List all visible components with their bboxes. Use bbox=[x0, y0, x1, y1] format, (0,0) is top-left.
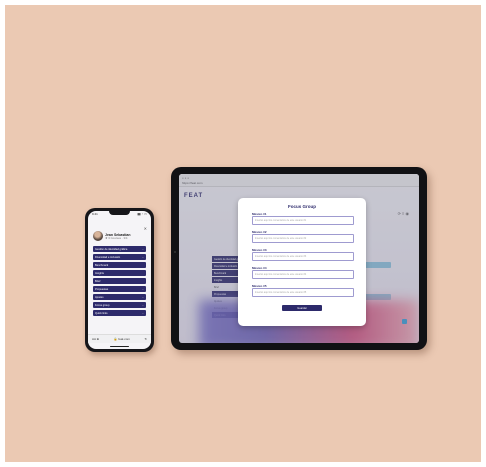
focus-group-modal: Focus Group Músico #1 Insertar aquí los … bbox=[238, 198, 366, 326]
comment-input[interactable]: Insertar aquí los comentarios de este us… bbox=[252, 252, 354, 261]
status-time: 9:41 bbox=[92, 212, 98, 216]
status-icons: ▮▮ ◔ ▭ bbox=[137, 212, 147, 216]
scene-background: 9:41 ▮▮ ◔ ▭ ✕ Jean Sebastian ★ 3 Courses… bbox=[5, 5, 481, 462]
menu-item-label: Gestión de identidad gráfica bbox=[95, 247, 128, 251]
chevron-down-icon: ⌄ bbox=[141, 311, 144, 315]
menu-item[interactable]: Brief bbox=[93, 278, 146, 284]
save-button[interactable]: Guardar bbox=[282, 305, 322, 311]
reload-icon[interactable]: ↻ bbox=[144, 337, 147, 341]
status-bar: 9:41 ▮▮ ◔ ▭ bbox=[92, 212, 147, 217]
profile-subtitle: ★ 3 Courses · 3/4 bbox=[105, 235, 128, 240]
chevron-down-icon: ⌄ bbox=[141, 303, 144, 307]
comment-input[interactable]: Insertar aquí los comentarios de este us… bbox=[252, 234, 354, 243]
menu-item-label: Quick links bbox=[95, 311, 108, 315]
address-bar[interactable]: AA ⊕ 🔒 feat.com ↻ bbox=[88, 334, 151, 343]
menu-item[interactable]: Ajustes ⌄ bbox=[93, 294, 146, 300]
menu-item-label: Brief bbox=[95, 279, 101, 283]
menu-item[interactable]: Diversidad e inclusión ⌄ bbox=[93, 254, 146, 260]
question-field: Músico #2 Insertar aquí los comentarios … bbox=[252, 230, 354, 243]
comment-input[interactable]: Insertar aquí los comentarios de este us… bbox=[252, 270, 354, 279]
url-text[interactable]: 🔒 feat.com bbox=[114, 337, 130, 341]
menu-item-label: Benchmark bbox=[95, 263, 109, 267]
menu-item[interactable]: Quick links ⌄ bbox=[93, 310, 146, 316]
menu-item[interactable]: Gestión de identidad gráfica ⌄ bbox=[93, 246, 146, 252]
phone-menu: Gestión de identidad gráfica ⌄ Diversidad… bbox=[93, 246, 146, 316]
menu-item-label: Diversidad e inclusión bbox=[95, 255, 121, 259]
chevron-down-icon: ⌄ bbox=[141, 287, 144, 291]
menu-item-label: Propuestas bbox=[95, 287, 109, 291]
home-indicator bbox=[110, 346, 129, 347]
comment-input[interactable]: Insertar aquí los comentarios de este us… bbox=[252, 288, 354, 297]
question-field: Músico #5 Insertar aquí los comentarios … bbox=[252, 284, 354, 297]
chevron-down-icon: ⌄ bbox=[141, 247, 144, 251]
phone-device: 9:41 ▮▮ ◔ ▭ ✕ Jean Sebastian ★ 3 Courses… bbox=[85, 208, 154, 352]
modal-title: Focus Group bbox=[288, 204, 316, 209]
menu-item[interactable]: Focus group ⌄ bbox=[93, 302, 146, 308]
tablet-device: ● ● ● https://feat.com FEAT ⟳ ≡ ◉ Gestió… bbox=[171, 167, 427, 350]
menu-item-label: Focus group bbox=[95, 303, 110, 307]
profile-header: Jean Sebastian ★ 3 Courses · 3/4 bbox=[93, 230, 147, 242]
camera-icon bbox=[174, 251, 176, 253]
menu-item-label: Ajustes bbox=[95, 295, 104, 299]
tablet-screen: ● ● ● https://feat.com FEAT ⟳ ≡ ◉ Gestió… bbox=[179, 174, 419, 343]
question-field: Músico #1 Insertar aquí los comentarios … bbox=[252, 212, 354, 225]
menu-item[interactable]: Propuestas ⌄ bbox=[93, 286, 146, 292]
avatar bbox=[93, 231, 103, 241]
question-field: Músico #3 Insertar aquí los comentarios … bbox=[252, 248, 354, 261]
menu-item[interactable]: Insights bbox=[93, 270, 146, 276]
text-size-icon[interactable]: AA ⊕ bbox=[92, 337, 99, 341]
comment-input[interactable]: Insertar aquí los comentarios de este us… bbox=[252, 216, 354, 225]
question-field: Músico #4 Insertar aquí los comentarios … bbox=[252, 266, 354, 279]
menu-item-label: Insights bbox=[95, 271, 104, 275]
chevron-down-icon: ⌄ bbox=[141, 255, 144, 259]
menu-item[interactable]: Benchmark bbox=[93, 262, 146, 268]
chevron-down-icon: ⌄ bbox=[141, 295, 144, 299]
phone-screen: 9:41 ▮▮ ◔ ▭ ✕ Jean Sebastian ★ 3 Courses… bbox=[88, 211, 151, 349]
